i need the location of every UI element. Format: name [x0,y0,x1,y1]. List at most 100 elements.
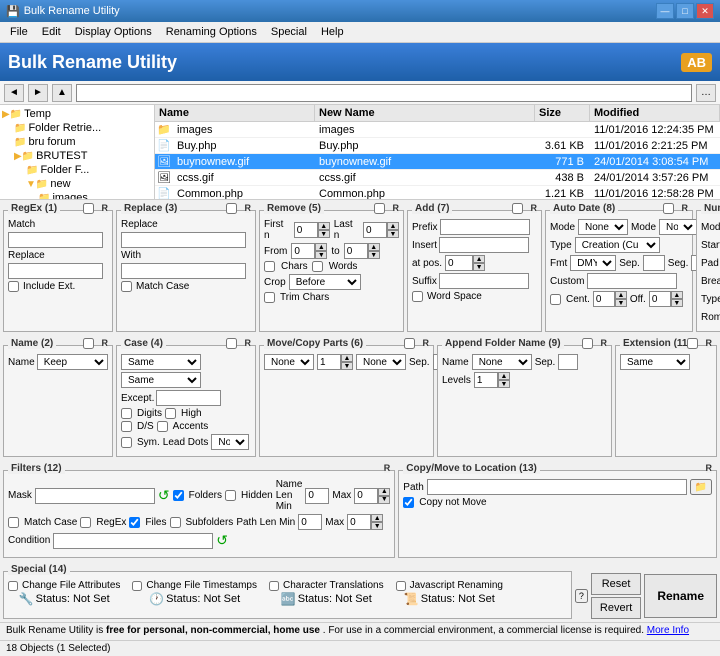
name-len-min-input[interactable] [305,488,329,504]
first-n-input[interactable] [294,222,318,238]
menu-renaming-options[interactable]: Renaming Options [160,24,263,40]
mask-input[interactable] [35,488,155,504]
regex-replace-input[interactable] [8,263,103,279]
to-up[interactable]: ▲ [368,243,380,251]
words-checkbox[interactable] [312,261,323,272]
regex-match-input[interactable] [8,232,103,248]
af-levels-up[interactable]: ▲ [498,372,510,380]
suffix-input[interactable] [439,273,529,289]
file-tree[interactable]: ▶📁 Temp 📁 Folder Retrie... 📁 bru forum ▶… [0,105,155,199]
digits-checkbox[interactable] [121,408,132,419]
files-checkbox[interactable] [129,517,140,528]
path-input[interactable]: C:\Temp\BRUTEST\new [76,84,692,102]
table-row[interactable]: 🖼 buynownew.gif buynownew.gif 771 B 24/0… [155,154,720,170]
menu-help[interactable]: Help [315,24,350,40]
insert-input[interactable] [439,237,529,253]
path-len-max-input[interactable] [347,514,371,530]
table-row[interactable]: 📄 Buy.php Buy.php 3.61 KB 11/01/2016 2:2… [155,138,720,154]
regex-filter-checkbox[interactable] [80,517,91,528]
js-checkbox[interactable] [396,581,406,591]
path-len-min-input[interactable] [298,514,322,530]
replace-enabled-checkbox[interactable] [226,203,237,214]
table-row[interactable]: 📁 images images 11/01/2016 12:24:35 PM [155,122,720,138]
autodate-type-select[interactable]: Creation (Cu [575,237,660,253]
condition-input[interactable] [53,533,213,549]
extension-enabled-checkbox[interactable] [687,338,698,349]
at-pos-input[interactable] [445,255,473,271]
nav-back-button[interactable]: ◄ [4,84,24,102]
cent-checkbox[interactable] [550,294,561,305]
case-select[interactable]: SameUpperLowerTitle [121,354,201,370]
more-info-link[interactable]: More Info [647,625,689,636]
to-input[interactable] [344,243,368,259]
hidden-checkbox[interactable] [225,490,236,501]
movecopy-val1[interactable] [317,354,341,370]
autodate-sep-input[interactable] [643,255,665,271]
nlm-down[interactable]: ▼ [378,496,390,504]
name-len-max-input[interactable] [354,488,378,504]
movecopy-select1[interactable]: None [264,354,314,370]
close-button[interactable]: ✕ [696,3,714,19]
copymove-browse-button[interactable]: 📁 [690,479,712,495]
off-down[interactable]: ▼ [671,299,683,307]
trim-checkbox[interactable] [264,292,275,303]
tree-item-new[interactable]: ▼📁 new [2,177,152,191]
table-row[interactable]: 🖼 ccss.gif ccss.gif 438 B 24/01/2014 3:5… [155,170,720,186]
movecopy-enabled-checkbox[interactable] [404,338,415,349]
mc-v1-up[interactable]: ▲ [341,354,353,362]
af-name-select[interactable]: None [472,354,532,370]
rename-button[interactable]: Rename [644,574,717,618]
with-input[interactable] [121,263,246,279]
plm-up[interactable]: ▲ [371,514,383,522]
first-n-down[interactable]: ▼ [318,230,330,238]
copymove-path-input[interactable] [427,479,687,495]
af-levels-input[interactable] [474,372,498,388]
af-levels-down[interactable]: ▼ [498,380,510,388]
tree-item-temp[interactable]: ▶📁 Temp [2,107,152,121]
at-pos-up[interactable]: ▲ [473,255,485,263]
help-button[interactable]: ? [575,589,588,603]
from-input[interactable] [291,243,315,259]
folders-checkbox[interactable] [173,490,184,501]
maximize-button[interactable]: □ [676,3,694,19]
at-pos-down[interactable]: ▼ [473,263,485,271]
attr-checkbox[interactable] [8,581,18,591]
high-checkbox[interactable] [165,408,176,419]
replace-match-case-checkbox[interactable] [121,281,132,292]
trans-checkbox[interactable] [269,581,279,591]
copy-not-move-checkbox[interactable] [403,497,414,508]
chars-checkbox[interactable] [264,261,275,272]
ts-checkbox[interactable] [132,581,142,591]
nav-forward-button[interactable]: ► [28,84,48,102]
plm-down[interactable]: ▼ [371,522,383,530]
sym-checkbox[interactable] [121,437,132,448]
last-n-down[interactable]: ▼ [387,230,399,238]
name-enabled-checkbox[interactable] [83,338,94,349]
minimize-button[interactable]: — [656,3,674,19]
menu-file[interactable]: File [4,24,34,40]
accents-checkbox[interactable] [157,421,168,432]
from-up[interactable]: ▲ [315,243,327,251]
last-n-up[interactable]: ▲ [387,222,399,230]
from-down[interactable]: ▼ [315,251,327,259]
autodate-custom-input[interactable] [587,273,677,289]
to-down[interactable]: ▼ [368,251,380,259]
cent-up[interactable]: ▲ [615,291,627,299]
first-n-up[interactable]: ▲ [318,222,330,230]
menu-special[interactable]: Special [265,24,313,40]
word-space-checkbox[interactable] [412,291,423,302]
revert-button[interactable]: Revert [591,597,641,619]
lead-dots-select[interactable]: Non [211,434,249,450]
refresh-icon2[interactable]: ↺ [216,532,228,549]
af-sep-input[interactable] [558,354,578,370]
nlm-up[interactable]: ▲ [378,488,390,496]
tree-item-bru-forum[interactable]: 📁 bru forum [2,135,152,149]
cent-down[interactable]: ▼ [615,299,627,307]
tree-item-images[interactable]: 📁 images... [2,191,152,199]
off-up[interactable]: ▲ [671,291,683,299]
refresh-icon1[interactable]: ↺ [158,487,170,504]
replace-input[interactable] [121,232,246,248]
extension-select[interactable]: SameUpperLowerFixedExtraRemove [620,354,690,370]
matchcase-filter-checkbox[interactable] [8,517,19,528]
crop-select[interactable]: BeforeAfter [289,274,361,290]
